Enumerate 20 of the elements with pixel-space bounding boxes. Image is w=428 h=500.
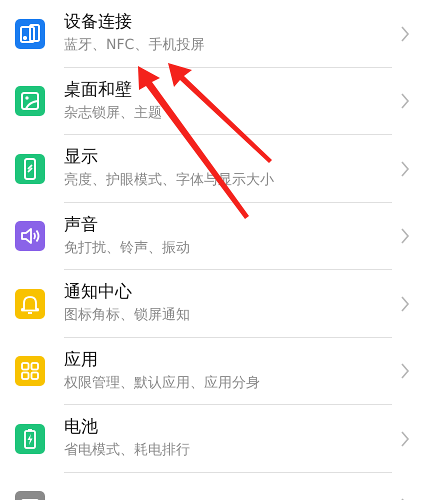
chevron-right-icon[interactable] [400,93,410,110]
setting-description: 免打扰、铃声、振动 [64,238,191,258]
setting-description: 蓝牙、NFC、手机投屏 [64,36,206,56]
chevron-right-icon[interactable] [400,228,410,244]
setting-title[interactable]: 桌面和壁 [64,78,392,101]
chevron-right-icon[interactable] [400,430,410,447]
chevron-right-icon[interactable] [400,26,410,42]
setting-title[interactable]: 电池 [64,416,392,438]
setting-title[interactable]: 应用 [64,348,392,371]
setting-description: 省电模式、耗电排行 [64,441,191,460]
chevron-right-icon[interactable] [400,296,410,312]
setting-title[interactable]: 设备连接 [64,11,392,34]
setting-description: 图标角标、锁屏通知 [64,306,191,326]
setting-title[interactable]: 显示 [64,146,392,168]
setting-title[interactable]: 声音 [64,214,392,236]
setting-description: 杂志锁屏、主题 [64,104,163,123]
setting-description: 权限管理、默认应用、应用分身 [64,374,261,393]
setting-title[interactable]: 通知中心 [64,281,392,304]
chevron-right-icon[interactable] [400,160,410,177]
chevron-right-icon[interactable] [400,363,410,380]
